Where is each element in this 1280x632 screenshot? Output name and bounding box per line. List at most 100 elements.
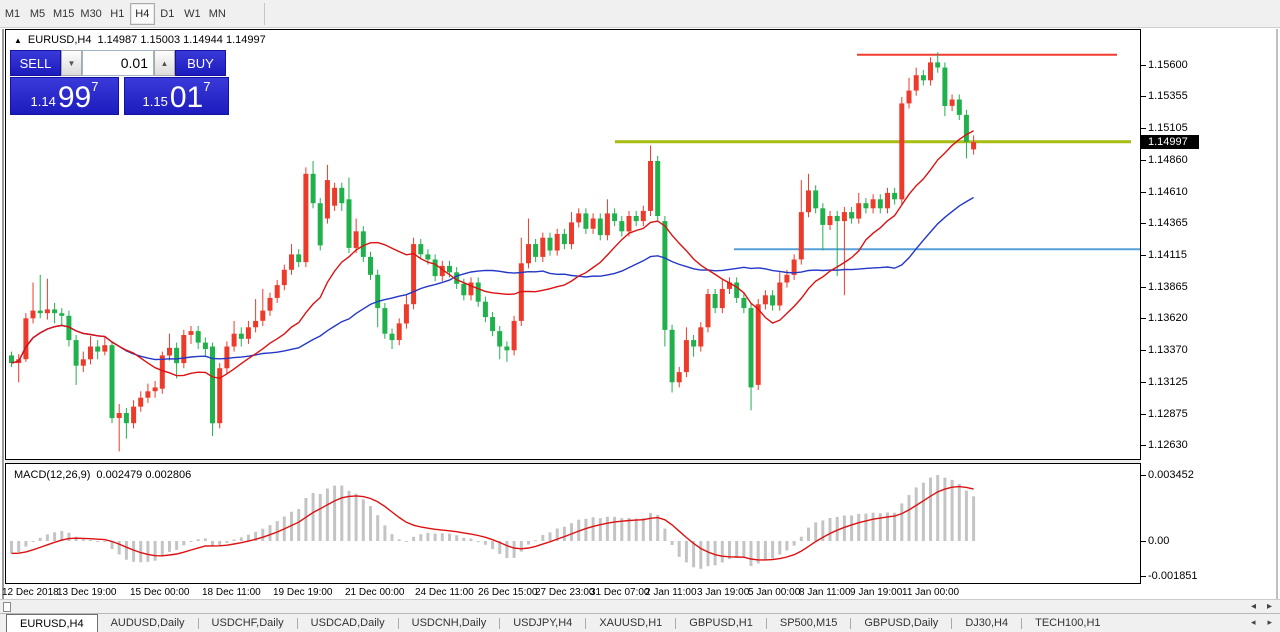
price-axis-tick [1141,128,1146,129]
price-axis-label: 1.13620 [1148,312,1188,324]
chart-tab-usdjpy-h4[interactable]: USDJPY,H4 [500,614,585,632]
date-axis-label: 9 Jan 19:00 [850,587,902,598]
chart-symbol-header: ▲ EURUSD,H4 1.14987 1.15003 1.14944 1.14… [14,34,266,46]
sell-price-big: 99 [58,85,91,111]
sell-price-prefix: 1.14 [31,94,56,109]
scroll-left-icon[interactable]: ◂ [1251,600,1256,614]
date-axis-label: 12 Dec 2018 [2,587,59,598]
date-axis-label: 19 Dec 19:00 [273,587,333,598]
timeframe-button-mn[interactable]: MN [205,3,230,25]
price-axis-tick [1141,223,1146,224]
tab-scroll-arrows[interactable]: ◂▸ [1251,613,1272,632]
price-axis-label: 1.12630 [1148,439,1188,451]
timeframe-toolbar: M1M5M15M30H1H4D1W1MN [0,0,1280,28]
date-axis-label: 8 Jan 11:00 [799,587,851,598]
chart-tab-dj30-h4[interactable]: DJ30,H4 [952,614,1021,632]
one-click-trading-panel: SELL ▼ 0.01 ▲ BUY 1.14 99 7 1.15 01 7 [10,50,230,115]
date-axis-label: 2 Jan 11:00 [645,587,697,598]
chart-tab-bar: EURUSD,H4AUDUSD,DailyUSDCHF,DailyUSDCAD,… [0,613,1280,632]
price-axis-tick [1141,65,1146,66]
timeframe-button-m30[interactable]: M30 [77,3,104,25]
date-axis-label: 26 Dec 15:00 [478,587,538,598]
price-axis-tick [1141,255,1146,256]
chart-tab-usdcad-daily[interactable]: USDCAD,Daily [298,614,398,632]
chart-tab-eurusd-h4[interactable]: EURUSD,H4 [6,614,98,632]
price-axis-label: 1.15355 [1148,90,1188,102]
price-axis-label: 1.15600 [1148,59,1188,71]
date-axis-label: 21 Dec 00:00 [345,587,405,598]
chart-horizontal-scrollbar[interactable]: ◂ ▸ [0,599,1280,613]
price-axis-tick [1141,96,1146,97]
price-axis-label: 1.13865 [1148,281,1188,293]
price-axis-label: 1.14365 [1148,217,1188,229]
price-axis-label: 1.12875 [1148,408,1188,420]
date-axis-label: 24 Dec 11:00 [415,587,474,598]
window-left-frame [2,29,4,614]
chart-ohlc-values: 1.14987 1.15003 1.14944 1.14997 [98,34,266,46]
price-axis-tick [1141,192,1146,193]
scroll-right-icon[interactable]: ▸ [1267,600,1272,614]
price-axis-tick [1141,445,1146,446]
lot-increase-button[interactable]: ▲ [154,50,175,76]
tab-scroll-left-icon[interactable]: ◂ [1251,617,1256,628]
date-axis-label: 3 Jan 19:00 [697,587,749,598]
date-axis-label: 15 Dec 00:00 [130,587,190,598]
date-axis-label: 11 Jan 00:00 [902,587,959,598]
expand-arrow-icon[interactable]: ▲ [14,36,22,45]
price-axis-tick [1141,414,1146,415]
chart-tab-gbpusd-daily[interactable]: GBPUSD,Daily [851,614,951,632]
sell-price-pipette: 7 [91,79,98,94]
timeframe-button-h1[interactable]: H1 [105,3,130,25]
date-axis-label: 31 Dec 07:00 [590,587,650,598]
chart-tab-audusd-daily[interactable]: AUDUSD,Daily [98,614,198,632]
date-axis-label: 27 Dec 23:00 [535,587,595,598]
timeframe-button-w1[interactable]: W1 [180,3,205,25]
macd-axis-tick [1141,475,1146,476]
date-axis-label: 13 Dec 19:00 [57,587,117,598]
price-axis-tick [1141,382,1146,383]
date-axis-label: 18 Dec 11:00 [202,587,261,598]
macd-axis-tick [1141,576,1146,577]
chart-tab-usdchf-daily[interactable]: USDCHF,Daily [199,614,297,632]
scrollbar-thumb[interactable] [3,602,11,612]
price-axis-tick [1141,160,1146,161]
macd-indicator-header: MACD(12,26,9) 0.002479 0.002806 [14,469,191,481]
chart-tab-tech100-h1[interactable]: TECH100,H1 [1022,614,1113,632]
metatrader-window: M1M5M15M30H1H4D1W1MN ▲ EURUSD,H4 1.14987… [0,0,1280,632]
macd-axis-label: -0.001851 [1148,570,1198,582]
macd-values: 0.002479 0.002806 [96,469,191,481]
timeframe-button-h4[interactable]: H4 [130,3,155,25]
timeframe-button-d1[interactable]: D1 [155,3,180,25]
buy-price-prefix: 1.15 [143,94,168,109]
price-axis-label: 1.14860 [1148,154,1188,166]
price-axis-tick [1141,350,1146,351]
price-axis-label: 1.14115 [1148,249,1187,261]
macd-axis-label: 0.003452 [1148,469,1194,481]
price-axis-label: 1.13370 [1148,344,1188,356]
date-axis-label: 5 Jan 00:00 [748,587,800,598]
timeframe-button-m5[interactable]: M5 [25,3,50,25]
chart-tab-xauusd-h1[interactable]: XAUUSD,H1 [586,614,675,632]
chart-tab-usdcnh-daily[interactable]: USDCNH,Daily [399,614,500,632]
price-axis-tick [1141,287,1146,288]
macd-name: MACD(12,26,9) [14,469,90,481]
lot-size-input[interactable]: 0.01 [82,50,154,76]
chart-tab-gbpusd-h1[interactable]: GBPUSD,H1 [676,614,766,632]
buy-button[interactable]: BUY [175,50,226,76]
timeframe-button-m1[interactable]: M1 [0,3,25,25]
chart-tab-sp500-m15[interactable]: SP500,M15 [767,614,850,632]
sell-price-display[interactable]: 1.14 99 7 [10,77,119,115]
buy-price-display[interactable]: 1.15 01 7 [124,77,229,115]
timeframe-button-m15[interactable]: M15 [50,3,77,25]
sell-button[interactable]: SELL [10,50,61,76]
macd-axis-label: 0.00 [1148,535,1169,547]
panel-separator[interactable] [5,459,1141,464]
toolbar-separator [264,3,265,25]
price-axis-label: 1.14610 [1148,186,1188,198]
tab-scroll-right-icon[interactable]: ▸ [1267,617,1272,628]
buy-price-big: 01 [170,85,203,111]
buy-price-pipette: 7 [203,79,210,94]
chart-symbol-label: EURUSD,H4 [28,34,92,46]
lot-decrease-button[interactable]: ▼ [61,50,82,76]
price-axis-tick [1141,318,1146,319]
